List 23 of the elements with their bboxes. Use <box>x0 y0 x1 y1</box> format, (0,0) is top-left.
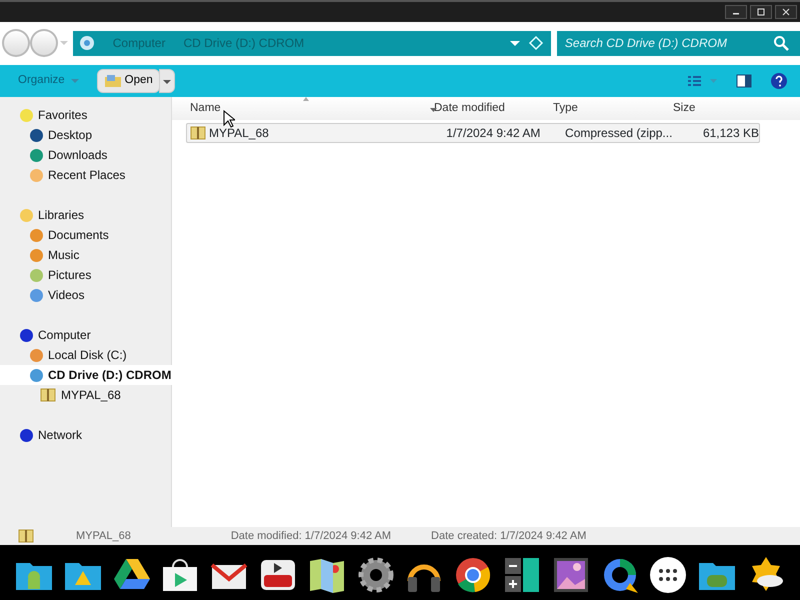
sidebar-item[interactable]: Network <box>0 425 171 445</box>
status-date-modified: Date modified: 1/7/2024 9:42 AM <box>230 528 392 544</box>
type-cell-text: Compressed (zipp... <box>565 125 674 142</box>
sidebar-item[interactable]: Desktop <box>0 125 171 145</box>
sidebar-item[interactable]: MYPAL_68 <box>0 385 171 405</box>
open-button[interactable]: Open <box>96 69 160 93</box>
sidebar-item[interactable]: Videos <box>0 285 171 305</box>
sidebar-item[interactable]: Favorites <box>0 105 171 125</box>
size-cell: 61,123 KB <box>702 126 759 140</box>
date-cell-text: 1/7/2024 9:42 AM <box>446 125 542 142</box>
sidebar-item[interactable]: Downloads <box>0 145 171 165</box>
sidebar-item[interactable]: Documents <box>0 225 171 245</box>
file-name: MYPAL_68 <box>209 125 269 142</box>
status-file-name: MYPAL_68 <box>76 528 131 544</box>
status-date-created: Date created: 1/7/2024 9:42 AM <box>431 528 586 544</box>
sidebar-item[interactable]: Libraries <box>0 205 171 225</box>
sidebar-item[interactable]: Recent Places <box>0 165 171 185</box>
sidebar-item[interactable]: Music <box>0 245 171 265</box>
sidebar-item[interactable]: CD Drive (D:) CDROM <box>0 365 172 385</box>
sidebar-item[interactable]: Computer <box>0 325 171 345</box>
file-row[interactable]: MYPAL_68 1/7/2024 9:42 AM Compressed (zipp... 61,123 KB <box>186 123 760 143</box>
sidebar-item[interactable]: Local Disk (C:) <box>0 345 171 365</box>
sidebar-item[interactable]: Pictures <box>0 265 171 285</box>
